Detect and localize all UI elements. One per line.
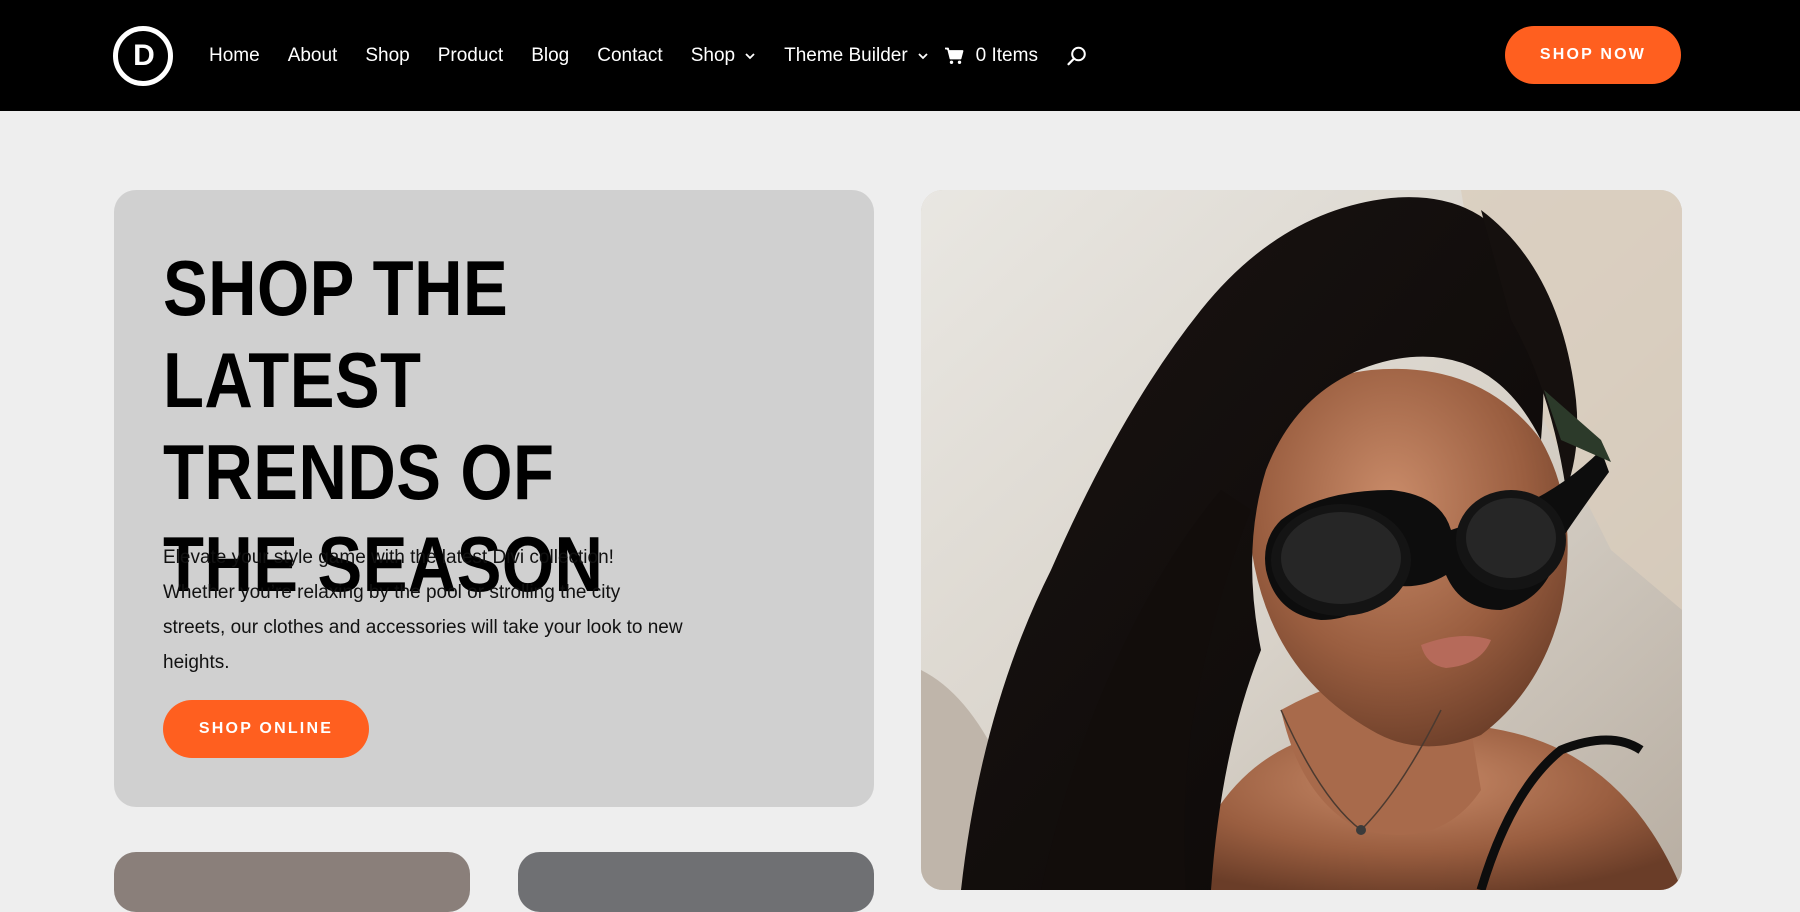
cart-icon xyxy=(944,47,964,64)
nav-item-label: About xyxy=(287,45,338,66)
nav-item-shop-dropdown[interactable]: Shop xyxy=(691,45,756,67)
product-tile-image[interactable] xyxy=(518,852,874,912)
cart-label: 0 Items xyxy=(975,45,1038,66)
cart-link[interactable]: 0 Items xyxy=(944,45,1038,67)
nav-item-theme-builder[interactable]: Theme Builder xyxy=(784,45,929,67)
nav-item-label: Shop xyxy=(365,45,410,66)
product-tile-image[interactable] xyxy=(114,852,470,912)
nav-item-label: Contact xyxy=(597,45,663,66)
nav-item-contact[interactable]: Contact xyxy=(597,45,662,67)
nav-item-label: Blog xyxy=(531,45,570,66)
main-nav: Home About Shop Product Blog Contact Sho… xyxy=(209,40,1088,72)
chevron-down-icon xyxy=(745,53,755,60)
nav-item-label: Theme Builder xyxy=(784,45,908,66)
search-icon xyxy=(1067,46,1086,66)
nav-item-label: Product xyxy=(437,45,504,66)
shop-online-button[interactable]: SHOP ONLINE xyxy=(163,700,369,758)
nav-item-product[interactable]: Product xyxy=(438,45,503,67)
divi-logo-icon[interactable]: D xyxy=(113,26,173,86)
nav-item-label: Shop xyxy=(690,45,736,66)
hero-description: Elevate your style game with the latest … xyxy=(163,547,683,673)
hero-card: Shop the latest trends of the season Ele… xyxy=(114,190,874,807)
woman-with-sunglasses-photo xyxy=(921,190,1682,890)
site-header: D Home About Shop Product Blog Contact S… xyxy=(0,0,1800,111)
nav-item-blog[interactable]: Blog xyxy=(531,45,569,67)
chevron-down-icon xyxy=(918,53,928,60)
nav-item-home[interactable]: Home xyxy=(209,45,260,67)
shop-now-button[interactable]: SHOP NOW xyxy=(1505,26,1681,84)
logo-letter: D xyxy=(133,39,155,72)
nav-item-shop[interactable]: Shop xyxy=(365,45,409,67)
nav-item-label: Home xyxy=(209,45,260,66)
nav-item-about[interactable]: About xyxy=(288,45,338,67)
hero-image xyxy=(921,190,1682,890)
search-button[interactable] xyxy=(1066,45,1088,67)
